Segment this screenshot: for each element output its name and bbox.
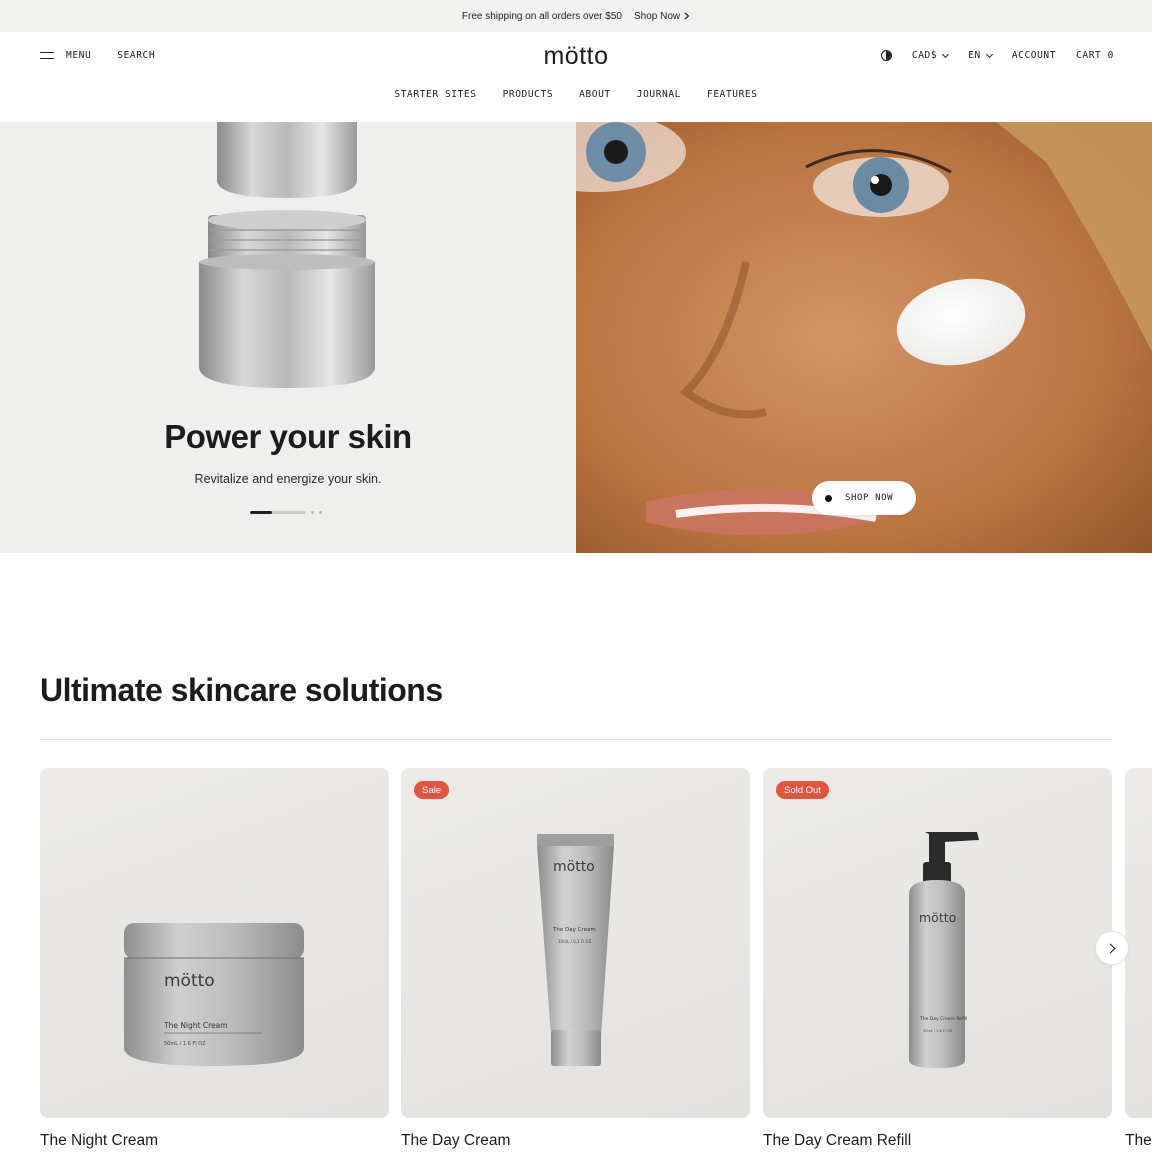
product-name[interactable]: The Night Cream	[40, 1132, 158, 1150]
hero-title: Power your skin	[164, 418, 412, 455]
hero-slide-panel: Power your skin Revitalize and energize …	[0, 122, 576, 553]
header-right-group: CAD$ EN ACCOUNT CART 0	[880, 50, 1114, 61]
theme-toggle-icon[interactable]	[880, 50, 892, 61]
nav-products[interactable]: PRODUCTS	[503, 89, 554, 100]
night-cream-jar-image: mötto The Night Cream 50mL / 1.6 Fl OZ	[124, 923, 304, 1066]
bullet-icon	[825, 494, 832, 502]
nav-features[interactable]: FEATURES	[707, 89, 758, 100]
jar-size-text: 50mL / 1.6 Fl OZ	[164, 1041, 206, 1047]
sold-out-badge: Sold Out	[776, 781, 829, 799]
product-name-peek[interactable]: The	[1125, 1132, 1152, 1150]
tube-label-text: The Day Cream	[552, 927, 596, 933]
site-logo[interactable]: mötto	[543, 42, 608, 70]
account-link[interactable]: ACCOUNT	[1012, 50, 1056, 61]
nav-about[interactable]: ABOUT	[579, 89, 611, 100]
language-selector[interactable]: EN	[968, 50, 993, 61]
nav-starter-sites[interactable]: STARTER SITES	[394, 89, 476, 100]
jar-label-text: The Night Cream	[163, 1021, 228, 1030]
chevron-down-icon	[942, 50, 950, 58]
language-label: EN	[968, 50, 981, 61]
bottle-size-text: 50mL / 1.6 Fl OZ	[923, 1029, 953, 1033]
menu-label: MENU	[66, 50, 92, 61]
tube-size-text: 10mL / 0.3 Fl OZ	[558, 939, 592, 944]
announcement-bar: Free shipping on all orders over $50 Sho…	[0, 0, 1152, 32]
chevron-down-icon	[985, 50, 993, 58]
carousel-next-button[interactable]	[1095, 931, 1129, 965]
slide-dot[interactable]	[319, 511, 322, 514]
menu-button[interactable]: MENU	[40, 50, 91, 61]
bottle-label-text: The Day Cream Refill	[919, 1016, 967, 1022]
chevron-right-icon	[684, 12, 690, 20]
cart-link[interactable]: CART 0	[1076, 50, 1114, 61]
section-divider	[40, 739, 1112, 740]
product-name[interactable]: The Day Cream Refill	[763, 1132, 911, 1150]
sale-badge: Sale	[414, 781, 450, 799]
hero-subtitle: Revitalize and energize your skin.	[194, 472, 382, 486]
announcement-shop-link[interactable]: Shop Now	[634, 11, 690, 22]
tube-brand-text: mötto	[553, 859, 595, 875]
day-cream-tube-image: mötto The Day Cream 10mL / 0.3 Fl OZ	[537, 834, 614, 1066]
slide-dot[interactable]	[311, 511, 314, 514]
product-card-peek[interactable]	[1125, 768, 1152, 1118]
currency-selector[interactable]: CAD$	[911, 50, 950, 61]
product-name[interactable]: The Day Cream	[401, 1132, 510, 1150]
collection-title: Ultimate skincare solutions	[40, 672, 443, 708]
slide-indicator	[250, 511, 322, 514]
main-nav: STARTER SITES PRODUCTS ABOUT JOURNAL FEA…	[0, 89, 1152, 100]
hero-face-image: SHOP NOW	[576, 122, 1152, 553]
product-card-day-cream-refill[interactable]: mötto The Day Cream Refill 50mL / 1.6 Fl…	[763, 768, 1112, 1118]
header-left-group: MENU SEARCH	[40, 50, 155, 61]
jar-brand-text: mötto	[164, 971, 215, 991]
chevron-right-icon	[1105, 943, 1116, 953]
site-header: MENU SEARCH mötto CAD$ EN ACCOUNT CART 0…	[0, 32, 1152, 122]
pump-bottle-image: mötto The Day Cream Refill 50mL / 1.6 Fl…	[909, 832, 979, 1068]
slide-progress-bar[interactable]	[250, 511, 306, 514]
announcement-text: Free shipping on all orders over $50	[461, 10, 622, 22]
shop-now-button[interactable]: SHOP NOW	[812, 481, 916, 515]
hamburger-icon	[40, 52, 54, 59]
bottle-brand-text: mötto	[919, 910, 956, 925]
product-card-night-cream[interactable]: mötto The Night Cream 50mL / 1.6 Fl OZ	[40, 768, 389, 1118]
shop-now-label: SHOP NOW	[845, 493, 894, 503]
announcement-link-label: Shop Now	[633, 10, 681, 22]
nav-journal[interactable]: JOURNAL	[637, 89, 681, 100]
product-card-day-cream[interactable]: mötto The Day Cream 10mL / 0.3 Fl OZ Sal…	[401, 768, 750, 1118]
search-button[interactable]: SEARCH	[117, 50, 155, 61]
currency-label: CAD$	[911, 50, 938, 61]
jar-product-image	[199, 122, 375, 388]
